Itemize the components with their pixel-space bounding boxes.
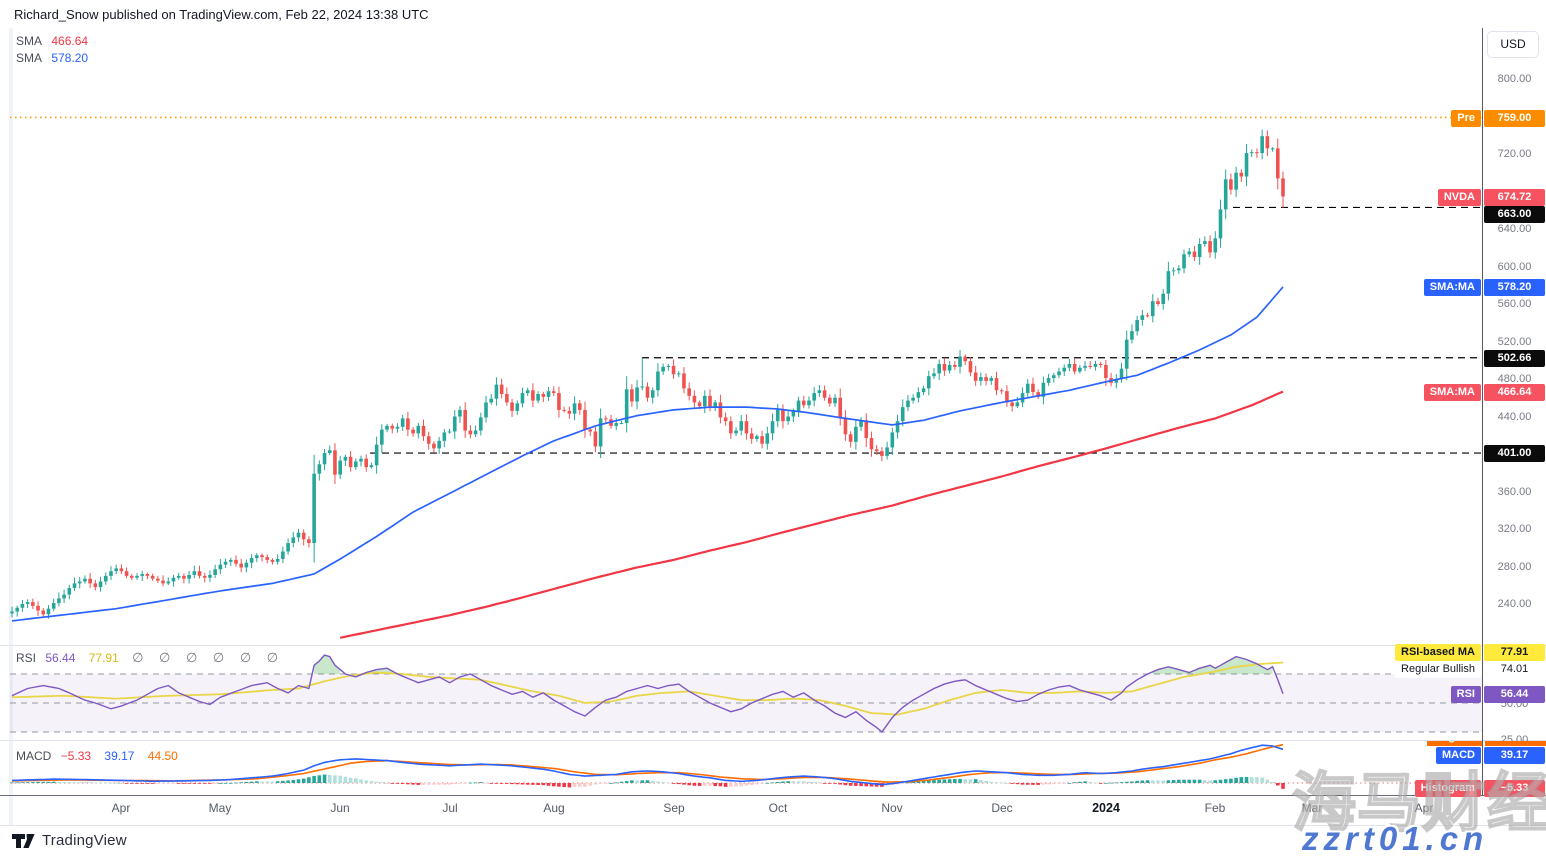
- time-axis-month-label: Nov: [881, 801, 902, 815]
- time-axis-month-label: Sep: [663, 801, 684, 815]
- time-axis-month-label: Dec: [991, 801, 1012, 815]
- time-axis-month-label: 2024: [1092, 801, 1120, 815]
- price-tick: 440.00: [1484, 410, 1545, 424]
- time-axis-month-label: Jun: [330, 801, 349, 815]
- macd-line: [12, 745, 1283, 785]
- sma-slow-value-label: 466.64: [1484, 384, 1545, 401]
- pane-separator-rsi-macd[interactable]: [0, 740, 1546, 741]
- price-tick: 560.00: [1484, 297, 1545, 311]
- rsi-divergence-tag: Regular Bullish: [1395, 661, 1481, 678]
- sma-legend-1-label: SMA: [16, 34, 42, 48]
- time-axis-month-label: Feb: [1205, 801, 1226, 815]
- rsi-tag: RSI: [1451, 686, 1481, 703]
- published-bar: Richard_Snow published on TradingView.co…: [0, 0, 1546, 28]
- rsi-line: [12, 655, 1283, 732]
- currency-button[interactable]: USD: [1487, 31, 1539, 58]
- rsi-legend-ma-value: 77.91: [89, 651, 119, 665]
- tradingview-brand-text: TradingView: [42, 832, 127, 849]
- macd-legend-hist-value: −5.33: [61, 749, 91, 763]
- rsi-value-label: 56.44: [1484, 686, 1545, 703]
- price-tick: 600.00: [1484, 260, 1545, 274]
- sma-200-line: [340, 392, 1283, 638]
- sma-fast-value-label: 578.20: [1484, 279, 1545, 296]
- rsi-legend-value: 56.44: [45, 651, 75, 665]
- tradingview-published-chart: Richard_Snow published on TradingView.co…: [0, 0, 1546, 857]
- time-axis-month-label: Aug: [543, 801, 564, 815]
- price-axis-border: [1482, 28, 1483, 796]
- price-tick: 800.00: [1484, 72, 1545, 86]
- price-tick: 240.00: [1484, 597, 1545, 611]
- price-tick: 520.00: [1484, 335, 1545, 349]
- time-axis-month-label: Apr: [112, 801, 131, 815]
- premarket-tag: Pre: [1451, 110, 1481, 127]
- macd-legend-signal-value: 44.50: [148, 749, 178, 763]
- sma-legend-1-value: 466.64: [51, 34, 88, 48]
- last-price-label: 674.72: [1484, 189, 1545, 206]
- sma-fast-tag: SMA:MA: [1424, 279, 1481, 296]
- sma-legend-2: SMA 578.20: [16, 51, 88, 65]
- macd-legend-name: MACD: [16, 749, 51, 763]
- sma-50-line: [12, 287, 1283, 621]
- symbol-tag: NVDA: [1438, 189, 1481, 206]
- macd-signal-tag: Signal: [1427, 741, 1482, 746]
- tradingview-logo-icon: [12, 833, 35, 849]
- chart-left-edge: [9, 28, 13, 825]
- time-axis-month-label: Jul: [442, 801, 457, 815]
- watermark-url: zzrt01.cn: [1302, 820, 1488, 857]
- level-502-label: 502.66: [1484, 350, 1545, 367]
- sma-legend-1: SMA 466.64: [16, 34, 88, 48]
- tradingview-logo-link[interactable]: TradingView: [12, 832, 127, 849]
- macd-signal-value-label: 44.50: [1485, 741, 1546, 746]
- level-401-label: 401.00: [1484, 445, 1545, 462]
- price-tick: 720.00: [1484, 147, 1545, 161]
- pane-separator-price-rsi[interactable]: [0, 645, 1546, 646]
- rsi-ma-value-label: 77.91: [1484, 644, 1545, 661]
- rsi-divergence-value-label: 74.01: [1484, 661, 1545, 678]
- macd-legend: MACD −5.33 39.17 44.50: [16, 749, 178, 763]
- candles: [10, 130, 1285, 619]
- sma-legend-2-label: SMA: [16, 51, 42, 65]
- macd-signal-line: [12, 745, 1283, 782]
- price-tick: 640.00: [1484, 222, 1545, 236]
- chart-canvas[interactable]: [0, 0, 1546, 857]
- time-axis-month-label: May: [209, 801, 232, 815]
- macd-pane-drawing: [10, 745, 1482, 789]
- published-byline: Richard_Snow published on TradingView.co…: [14, 7, 429, 22]
- sma-legend-2-value: 578.20: [51, 51, 88, 65]
- price-tick: 360.00: [1484, 485, 1545, 499]
- rsi-legend-hidden-values: ∅ ∅ ∅ ∅ ∅ ∅: [132, 650, 284, 665]
- rsi-ma-tag: RSI-based MA: [1395, 644, 1481, 661]
- rsi-legend: RSI 56.44 77.91 ∅ ∅ ∅ ∅ ∅ ∅: [16, 650, 284, 666]
- macd-signal-label-clipped: Signal 44.50: [1427, 741, 1546, 746]
- level-663-label: 663.00: [1484, 206, 1545, 223]
- macd-legend-macd-value: 39.17: [104, 749, 134, 763]
- time-axis-month-label: Oct: [769, 801, 788, 815]
- rsi-pane-drawing: [10, 655, 1482, 732]
- sma-slow-tag: SMA:MA: [1424, 384, 1481, 401]
- premarket-price-label: 759.00: [1484, 110, 1545, 127]
- price-tick: 320.00: [1484, 522, 1545, 536]
- price-tick: 280.00: [1484, 560, 1545, 574]
- rsi-legend-name: RSI: [16, 651, 36, 665]
- rsi-ma-line: [12, 663, 1283, 715]
